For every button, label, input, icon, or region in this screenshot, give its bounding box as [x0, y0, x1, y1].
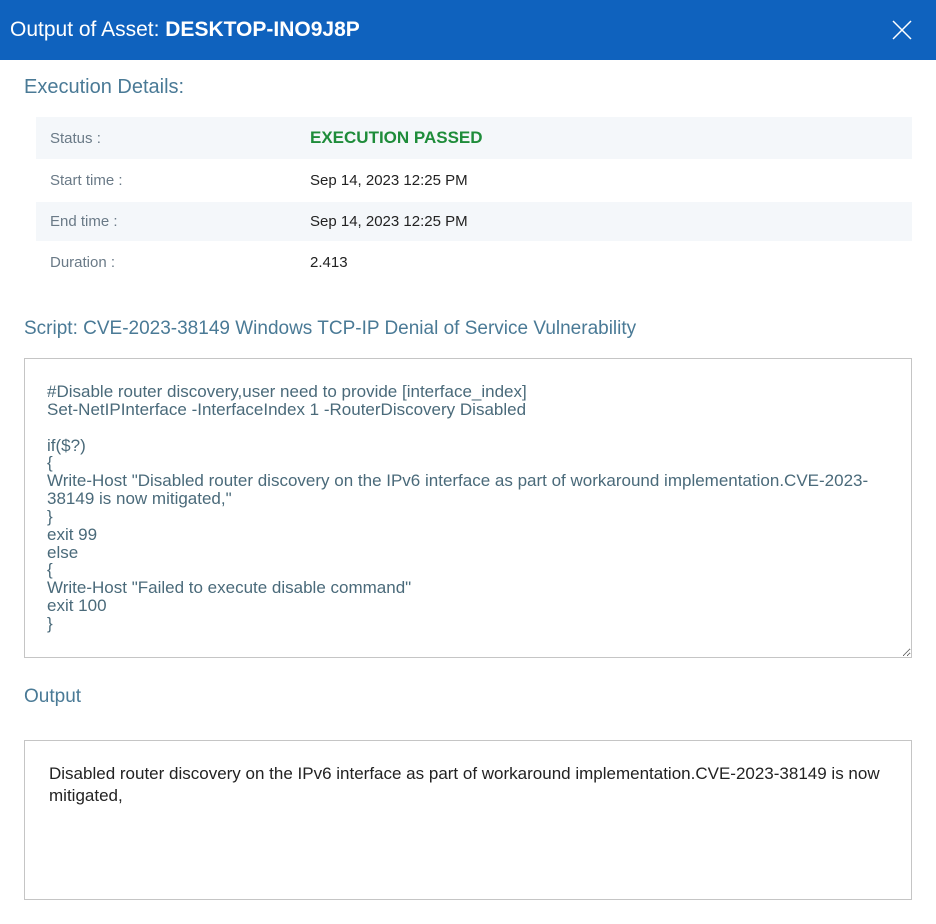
duration-value: 2.413	[296, 243, 912, 282]
script-heading: Script: CVE-2023-38149 Windows TCP-IP De…	[24, 318, 912, 340]
table-row: Duration : 2.413	[36, 243, 912, 282]
dialog-body: Execution Details: Status : EXECUTION PA…	[0, 60, 936, 924]
close-icon	[891, 19, 913, 41]
status-value: EXECUTION PASSED	[310, 128, 483, 147]
start-time-label: Start time :	[36, 161, 296, 200]
execution-details-table: Status : EXECUTION PASSED Start time : S…	[36, 115, 912, 284]
end-time-value: Sep 14, 2023 12:25 PM	[296, 202, 912, 241]
duration-label: Duration :	[36, 243, 296, 282]
table-row: Status : EXECUTION PASSED	[36, 117, 912, 159]
title-prefix: Output of Asset:	[10, 18, 165, 41]
table-row: Start time : Sep 14, 2023 12:25 PM	[36, 161, 912, 200]
output-heading: Output	[24, 686, 912, 708]
end-time-label: End time :	[36, 202, 296, 241]
execution-details-heading: Execution Details:	[24, 76, 912, 99]
asset-name: DESKTOP-INO9J8P	[165, 18, 360, 41]
script-textarea[interactable]: #Disable router discovery,user need to p…	[24, 358, 912, 658]
dialog-header: Output of Asset: DESKTOP-INO9J8P	[0, 0, 936, 60]
output-textarea[interactable]: Disabled router discovery on the IPv6 in…	[24, 740, 912, 900]
start-time-value: Sep 14, 2023 12:25 PM	[296, 161, 912, 200]
status-label: Status :	[36, 117, 296, 159]
close-button[interactable]	[888, 16, 916, 44]
dialog-title: Output of Asset: DESKTOP-INO9J8P	[10, 18, 360, 42]
table-row: End time : Sep 14, 2023 12:25 PM	[36, 202, 912, 241]
